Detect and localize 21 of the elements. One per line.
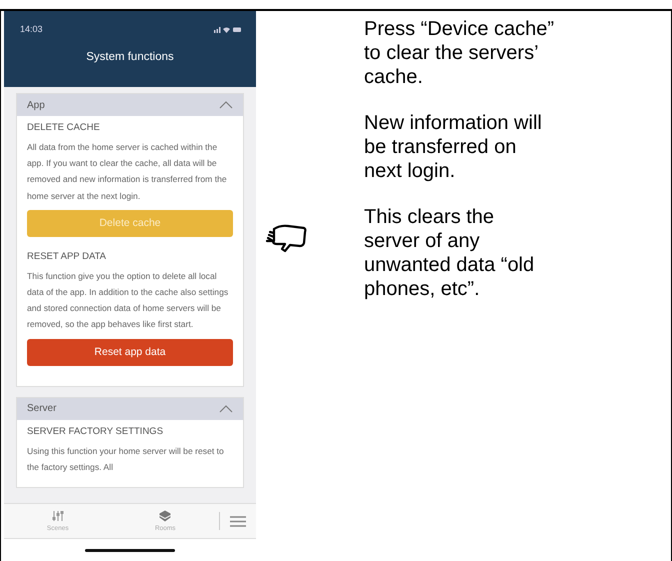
item-description: All data from the home server is cached within the app. If you want to clear the cache, all data will be removed and new information is transferred from the home server at the next login.	[27, 141, 228, 203]
instruction-text: New information will be transferred on next login.	[364, 111, 543, 183]
instruction-text: Press “Device cache” to clear the servers’ cache.	[364, 17, 554, 89]
status-icons	[214, 26, 242, 32]
item-description: This function give you the option to delete all local data of the app. In addition to the cache also settings and stored connection data of home servers will be removed, so the app behaves like first start.	[27, 270, 230, 332]
menu-icon[interactable]	[230, 516, 246, 526]
item-heading: RESET APP DATA	[27, 250, 108, 262]
instruction-text: This clears the server of any unwanted data “old phones, etc”.	[364, 205, 536, 301]
sliders-icon	[52, 510, 64, 522]
section-title: Server	[27, 403, 56, 414]
section-header[interactable]: App	[17, 94, 243, 116]
status-time: 14:03	[20, 24, 43, 34]
section-header[interactable]: Server	[17, 398, 243, 420]
item-description: Using this function your home server will be reset to the factory settings. All	[27, 444, 225, 474]
pointing-hand-icon	[264, 223, 308, 253]
item-heading: DELETE CACHE	[27, 122, 101, 133]
item-heading: SERVER FACTORY SETTINGS	[27, 426, 164, 437]
action-button[interactable]: Reset app data	[27, 338, 233, 366]
section-title: App	[27, 100, 45, 110]
layers-icon	[159, 510, 172, 522]
screen-title: System functions	[85, 51, 175, 63]
